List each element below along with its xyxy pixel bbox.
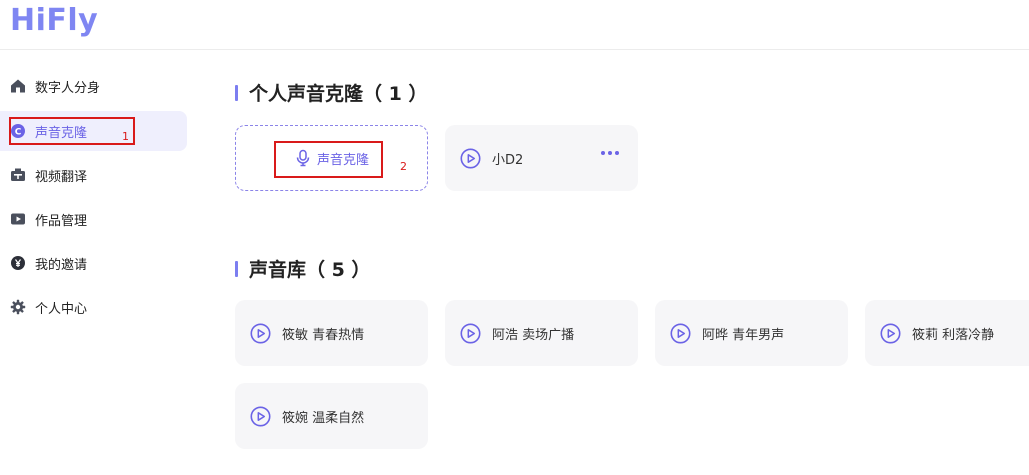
sidebar-item-video-translate[interactable]: 视频翻译 (0, 155, 187, 195)
sidebar-item-invite[interactable]: 我的邀请 (0, 243, 187, 283)
annotation-label-1: 1 (122, 130, 129, 143)
voice-name: 阿浩 卖场广播 (492, 327, 575, 343)
app-logo[interactable]: HiFly (10, 3, 98, 38)
section-title-text: 声音库 (249, 259, 307, 281)
sidebar-item-profile[interactable]: 个人中心 (0, 287, 187, 327)
voice-name: 筱敏 青春热情 (282, 327, 365, 343)
play-icon[interactable] (250, 323, 271, 344)
play-icon[interactable] (880, 323, 901, 344)
library-voice-card[interactable]: 筱敏 青春热情 (235, 300, 428, 366)
section-accent-bar (235, 260, 238, 277)
voice-name: 阿晔 青年男声 (702, 327, 785, 343)
library-section-title: 声音库 （ 5 ） (235, 255, 370, 282)
sidebar-item-label: 数字人分身 (35, 80, 101, 96)
sidebar-item-label: 我的邀请 (35, 257, 88, 273)
library-voice-card[interactable]: 筱莉 利落冷静 (865, 300, 1029, 366)
personal-section-title: 个人声音克隆 （ 1 ） (235, 79, 427, 106)
section-count: （ 1 ） (363, 83, 428, 105)
annotation-box-2 (274, 141, 383, 178)
section-count: （ 5 ） (306, 259, 371, 281)
library-voice-card[interactable]: 阿晔 青年男声 (655, 300, 848, 366)
gear-icon (10, 299, 26, 315)
home-icon (10, 78, 26, 94)
sidebar-item-label: 视频翻译 (35, 169, 88, 185)
top-header: HiFly (0, 0, 1029, 50)
section-accent-bar (235, 84, 238, 101)
translate-icon (10, 167, 26, 183)
sidebar-item-label: 个人中心 (35, 301, 88, 317)
play-icon[interactable] (250, 406, 271, 427)
more-options-icon[interactable] (601, 151, 619, 155)
voice-name: 筱婉 温柔自然 (282, 410, 365, 426)
sidebar-item-digital-human[interactable]: 数字人分身 (0, 66, 187, 106)
invite-icon (10, 255, 26, 271)
play-icon[interactable] (460, 148, 481, 169)
video-play-icon (10, 211, 26, 227)
voice-name: 小D2 (492, 152, 524, 168)
annotation-box-1 (9, 117, 135, 145)
play-icon[interactable] (460, 323, 481, 344)
sidebar-item-label: 作品管理 (35, 213, 88, 229)
annotation-label-2: 2 (400, 160, 407, 173)
play-icon[interactable] (670, 323, 691, 344)
section-title-text: 个人声音克隆 (249, 83, 364, 105)
library-voice-card[interactable]: 阿浩 卖场广播 (445, 300, 638, 366)
voice-name: 筱莉 利落冷静 (912, 327, 995, 343)
library-voice-card[interactable]: 筱婉 温柔自然 (235, 383, 428, 449)
sidebar-item-works[interactable]: 作品管理 (0, 199, 187, 239)
personal-voice-card[interactable]: 小D2 (445, 125, 638, 191)
